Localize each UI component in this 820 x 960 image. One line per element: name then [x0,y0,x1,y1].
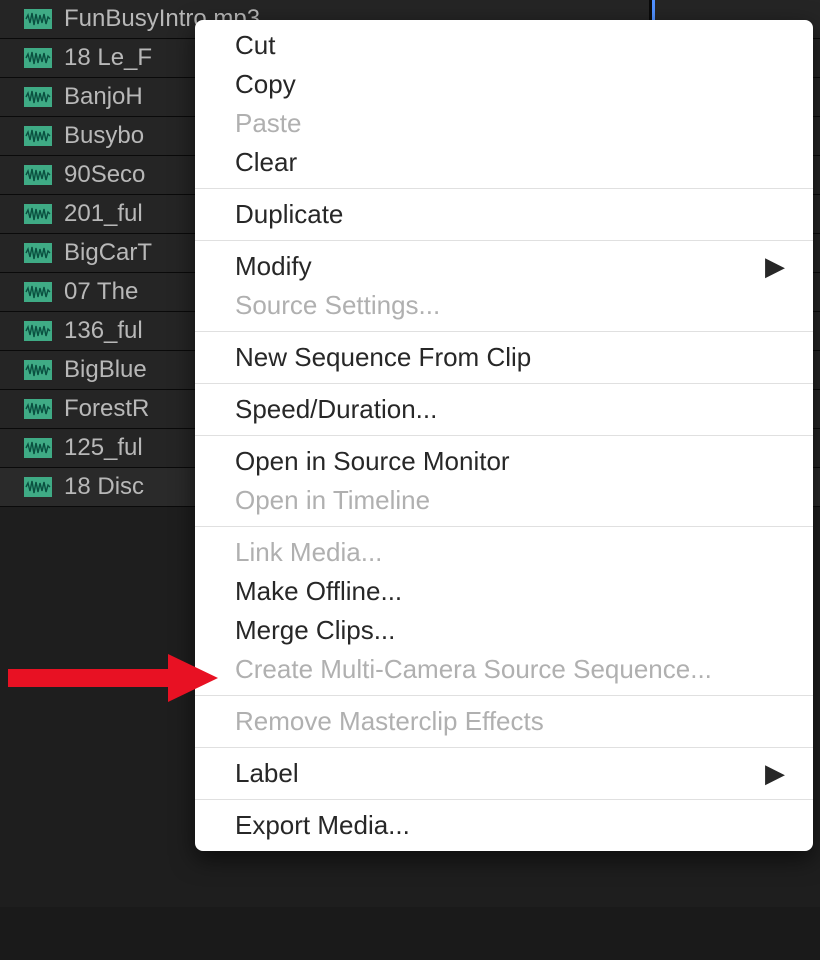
file-name-label: Busybo [64,122,144,150]
file-name-label: 90Seco [64,161,145,189]
menu-item-clear[interactable]: Clear [195,143,813,182]
menu-item-modify[interactable]: Modify ▶ [195,247,813,286]
file-name-label: BanjoH [64,83,143,111]
menu-item-label: Cut [235,30,275,61]
menu-item-remove-masterclip-effects: Remove Masterclip Effects [195,702,813,741]
menu-item-label: Merge Clips... [235,615,395,646]
menu-item-make-offline[interactable]: Make Offline... [195,572,813,611]
menu-item-label: Speed/Duration... [235,394,437,425]
audio-file-icon [24,165,52,185]
audio-file-icon [24,126,52,146]
audio-file-icon [24,477,52,497]
menu-item-source-settings: Source Settings... [195,286,813,325]
menu-item-merge-clips[interactable]: Merge Clips... [195,611,813,650]
menu-separator [195,240,813,241]
menu-item-label: Export Media... [235,810,410,841]
menu-item-label: New Sequence From Clip [235,342,531,373]
menu-item-label: Label [235,758,299,789]
menu-item-label: Copy [235,69,296,100]
menu-separator [195,383,813,384]
file-name-label: 07 The [64,278,138,306]
audio-file-icon [24,438,52,458]
file-name-label: 201_ful [64,200,143,228]
menu-item-label: Duplicate [235,199,343,230]
menu-separator [195,799,813,800]
audio-file-icon [24,87,52,107]
menu-item-speed-duration[interactable]: Speed/Duration... [195,390,813,429]
menu-item-label: Remove Masterclip Effects [235,706,544,737]
menu-item-label: Link Media... [235,537,382,568]
menu-item-label[interactable]: Label ▶ [195,754,813,793]
submenu-arrow-icon: ▶ [765,758,785,789]
menu-item-label: Clear [235,147,297,178]
menu-separator [195,695,813,696]
audio-file-icon [24,321,52,341]
menu-item-label: Create Multi-Camera Source Sequence... [235,654,712,685]
audio-file-icon [24,204,52,224]
menu-item-cut[interactable]: Cut [195,26,813,65]
file-name-label: 125_ful [64,434,143,462]
menu-item-copy[interactable]: Copy [195,65,813,104]
file-name-label: BigBlue [64,356,147,384]
menu-separator [195,188,813,189]
audio-file-icon [24,282,52,302]
audio-file-icon [24,360,52,380]
audio-file-icon [24,48,52,68]
menu-separator [195,331,813,332]
annotation-arrow [8,648,218,713]
file-name-label: 136_ful [64,317,143,345]
menu-item-label: Source Settings... [235,290,440,321]
menu-item-label: Open in Source Monitor [235,446,510,477]
file-name-label: ForestR [64,395,149,423]
audio-file-icon [24,9,52,29]
menu-item-export-media[interactable]: Export Media... [195,806,813,845]
menu-item-label: Make Offline... [235,576,402,607]
menu-item-open-in-timeline: Open in Timeline [195,481,813,520]
file-name-label: BigCarT [64,239,152,267]
menu-separator [195,526,813,527]
menu-item-label: Paste [235,108,302,139]
menu-item-open-in-source-monitor[interactable]: Open in Source Monitor [195,442,813,481]
audio-file-icon [24,399,52,419]
audio-file-icon [24,243,52,263]
menu-separator [195,435,813,436]
file-name-label: 18 Disc [64,473,144,501]
menu-item-new-sequence-from-clip[interactable]: New Sequence From Clip [195,338,813,377]
menu-item-link-media: Link Media... [195,533,813,572]
menu-item-paste: Paste [195,104,813,143]
context-menu: Cut Copy Paste Clear Duplicate Modify ▶ Source … [195,20,813,851]
file-name-label: 18 Le_F [64,44,152,72]
menu-item-create-multi-camera-source-sequence: Create Multi-Camera Source Sequence... [195,650,813,689]
menu-item-duplicate[interactable]: Duplicate [195,195,813,234]
menu-item-label: Modify [235,251,312,282]
submenu-arrow-icon: ▶ [765,251,785,282]
menu-separator [195,747,813,748]
menu-item-label: Open in Timeline [235,485,430,516]
